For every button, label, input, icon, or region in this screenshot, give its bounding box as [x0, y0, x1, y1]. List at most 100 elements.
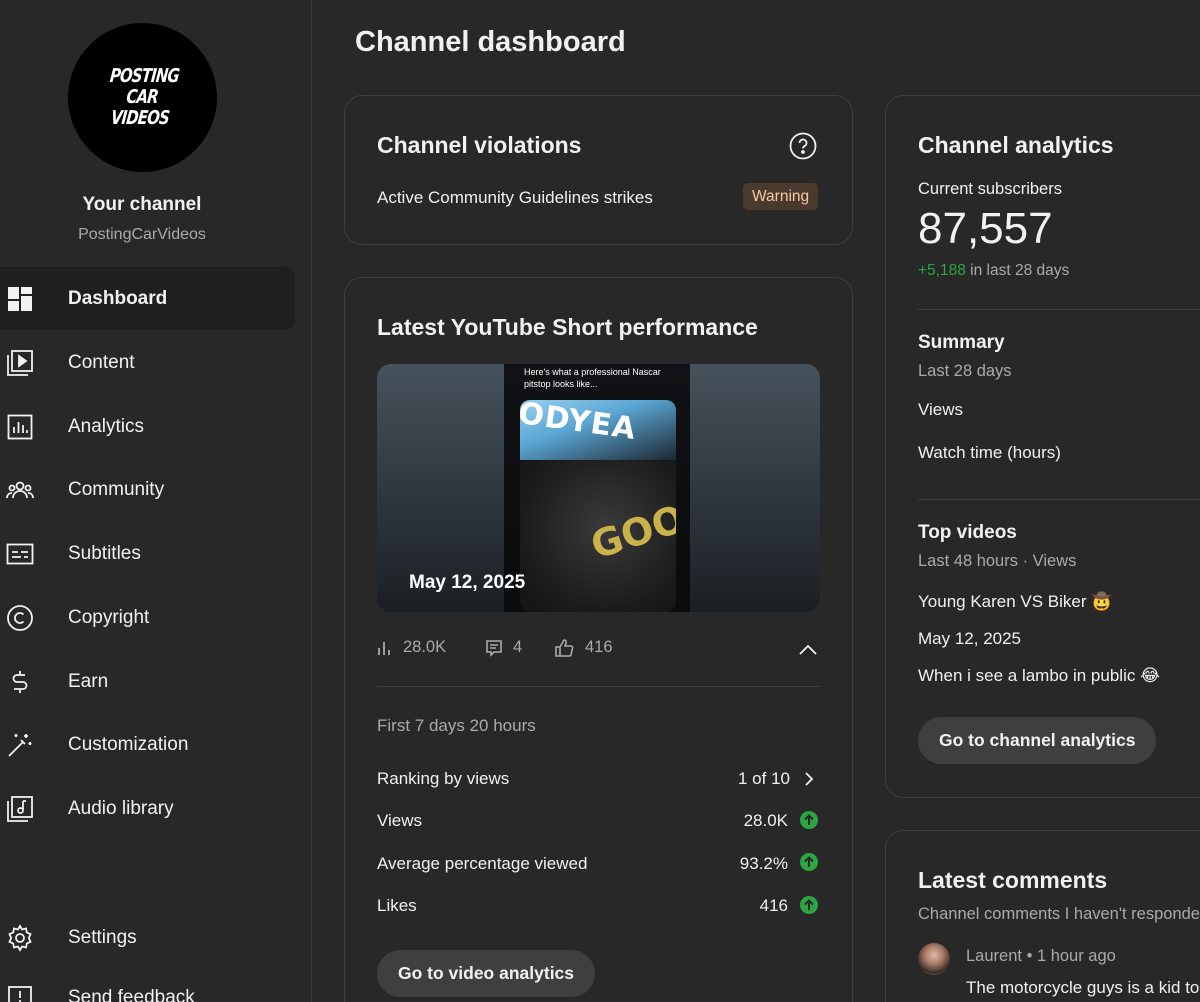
metric-label: Likes	[377, 896, 417, 915]
channel-violations-card: Channel violations Active Community Guid…	[344, 95, 853, 245]
go-to-video-analytics-button[interactable]: Go to video analytics	[377, 950, 596, 997]
latest-comments-card: Latest comments Channel comments I haven…	[885, 830, 1200, 1002]
commenter-avatar[interactable]	[918, 943, 950, 975]
sidebar-item-customization[interactable]: Customization	[0, 713, 295, 776]
community-icon	[6, 476, 34, 504]
comment-time: 1 hour ago	[1036, 947, 1116, 965]
card-title: Latest comments	[918, 867, 1108, 893]
copyright-icon	[6, 604, 34, 632]
sidebar-item-label: Settings	[68, 926, 137, 948]
subtitles-icon	[6, 540, 34, 568]
dashboard-icon	[6, 285, 34, 313]
views-stat: 28.0K	[377, 638, 446, 657]
subscriber-change-suffix: in last 28 days	[970, 262, 1070, 279]
studio-page: POSTING CAR VIDEOS Your channel PostingC…	[0, 0, 1200, 1002]
sidebar-item-label: Customization	[68, 733, 189, 755]
chevron-up-icon[interactable]	[796, 638, 820, 662]
comments-subtitle: Channel comments I haven't responded to	[918, 905, 1200, 923]
top-videos-title: Top videos	[918, 522, 1017, 543]
sidebar-item-audio-library[interactable]: Audio library	[0, 777, 295, 840]
thumbnail-tire-logo: GOO	[585, 496, 676, 568]
trend-up-icon	[800, 853, 818, 871]
sidebar-item-content[interactable]: Content	[0, 331, 295, 394]
subscriber-change: +5,188 in last 28 days	[918, 262, 1069, 280]
channel-handle: PostingCarVideos	[78, 226, 206, 243]
sidebar-item-label: Copyright	[68, 606, 150, 628]
sidebar-item-copyright[interactable]: Copyright	[0, 586, 295, 649]
metric-value: 28.0K	[743, 811, 788, 830]
comment-meta-separator: •	[1026, 947, 1033, 965]
avatar-logo-text: POSTING CAR VIDEOS	[109, 65, 181, 129]
status-badge: Warning	[743, 183, 819, 210]
sidebar-item-dashboard[interactable]: Dashboard	[0, 267, 295, 330]
metric-label: Views	[377, 811, 423, 830]
short-date: May 12, 2025	[409, 572, 526, 593]
sidebar-item-earn[interactable]: Earn	[0, 650, 295, 713]
short-video-frame: Here's what a professional Nascar pitsto…	[504, 364, 690, 612]
divider	[377, 686, 820, 687]
top-video-item[interactable]: When i see a lambo in public 😂	[918, 666, 1160, 686]
summary-period: Last 28 days	[918, 362, 1012, 380]
page-title: Channel dashboard	[355, 26, 626, 58]
comment-author[interactable]: Laurent	[966, 947, 1022, 965]
comment-text: The motorcycle guys is a kid to	[966, 978, 1200, 997]
summary-item: Watch time (hours)	[918, 443, 1061, 462]
channel-avatar[interactable]: POSTING CAR VIDEOS	[68, 23, 217, 172]
sidebar-item-label: Community	[68, 478, 165, 500]
short-thumbnail[interactable]: Here's what a professional Nascar pitsto…	[377, 364, 820, 612]
metric-value: 93.2%	[739, 854, 788, 873]
help-icon[interactable]	[789, 132, 817, 160]
earn-icon	[6, 668, 34, 696]
views-icon	[378, 641, 390, 655]
metric-label: Average percentage viewed	[377, 854, 588, 873]
card-title: Channel analytics	[918, 132, 1114, 158]
strikes-label: Active Community Guidelines strikes	[377, 188, 653, 207]
trend-up-icon	[800, 896, 818, 914]
subscriber-count: 87,557	[918, 204, 1053, 253]
short-stats-row: 28.0K 4 416	[377, 638, 820, 662]
sidebar-item-label: Subtitles	[68, 542, 141, 564]
divider	[918, 309, 1200, 310]
sidebar-item-label: Audio library	[68, 797, 174, 819]
sidebar-item-send-feedback[interactable]: Send feedback	[0, 966, 295, 1002]
summary-title: Summary	[918, 332, 1005, 353]
sidebar-item-label: Dashboard	[68, 287, 168, 309]
sidebar-item-analytics[interactable]: Analytics	[0, 395, 295, 458]
comments-stat: 4	[485, 638, 522, 657]
subscribers-label: Current subscribers	[918, 180, 1062, 198]
thumbnail-caption: Here's what a professional Nascar pitsto…	[524, 367, 661, 389]
sidebar-item-community[interactable]: Community	[0, 458, 295, 521]
metric-label: Ranking by views	[377, 769, 510, 788]
settings-icon	[6, 923, 34, 952]
summary-item: Views	[918, 400, 964, 419]
likes-stat: 416	[555, 638, 613, 657]
sidebar-item-subtitles[interactable]: Subtitles	[0, 522, 295, 585]
analytics-icon	[6, 413, 34, 441]
sidebar-item-label: Content	[68, 351, 135, 373]
sidebar-item-label: Earn	[68, 670, 109, 692]
audio-library-icon	[6, 795, 34, 823]
trend-up-icon	[800, 811, 818, 829]
go-to-channel-analytics-button[interactable]: Go to channel analytics	[918, 717, 1157, 764]
subscriber-change-value: +5,188	[918, 262, 966, 279]
top-video-item[interactable]: Young Karen VS Biker 🤠	[918, 592, 1112, 612]
channel-analytics-card: Channel analytics Current subscribers 87…	[885, 95, 1200, 798]
sidebar-item-label: Analytics	[68, 415, 145, 437]
customization-icon	[6, 731, 34, 759]
likes-count: 416	[585, 638, 613, 656]
divider	[918, 499, 1200, 500]
metric-value: 416	[759, 896, 788, 915]
period-label: First 7 days 20 hours	[377, 716, 536, 735]
comment-meta: Laurent • 1 hour ago	[966, 947, 1116, 966]
content-icon	[6, 349, 34, 377]
feedback-icon	[6, 984, 34, 1002]
ranking-value[interactable]: 1 of 10	[738, 769, 790, 789]
comments-count: 4	[513, 638, 523, 656]
channel-title: Your channel	[82, 194, 202, 215]
sidebar-item-settings[interactable]: Settings	[0, 906, 295, 969]
top-video-item[interactable]: May 12, 2025	[918, 629, 1021, 649]
sidebar: POSTING CAR VIDEOS Your channel PostingC…	[0, 0, 312, 1002]
comment-icon	[486, 639, 502, 657]
chevron-right-icon[interactable]	[800, 770, 818, 788]
views-count: 28.0K	[403, 638, 447, 656]
